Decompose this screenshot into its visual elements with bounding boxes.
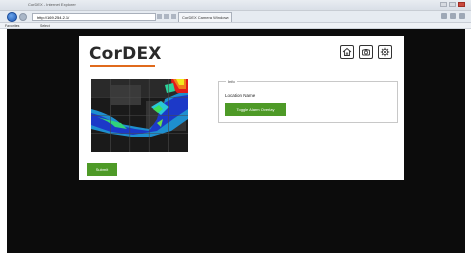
toggle-alarm-overlay-button[interactable]: Toggle Alarm Overlay <box>225 103 286 116</box>
app-logo: CorDEX <box>89 44 162 64</box>
logo-underline <box>90 65 155 67</box>
address-bar[interactable]: http://169.254.2.1/ <box>32 13 156 21</box>
home-icon <box>342 47 352 56</box>
tab-close-icon[interactable]: × <box>227 13 229 22</box>
window-title: CorDEX - Internet Explorer <box>28 2 76 7</box>
stop-icon[interactable] <box>171 14 176 19</box>
address-bar-icons <box>157 14 176 19</box>
browser-toolbar-right <box>441 13 465 19</box>
info-fieldset: Info Location Name Toggle Alarm Overlay <box>218 79 398 123</box>
settings-button[interactable] <box>378 45 392 59</box>
suggested-sites-link[interactable]: Select <box>40 24 50 28</box>
gear-icon[interactable] <box>459 13 465 19</box>
maximize-button[interactable] <box>449 2 456 7</box>
submit-button[interactable]: Submit <box>87 163 117 176</box>
thermal-camera-image <box>91 79 188 152</box>
minimize-button[interactable] <box>440 2 447 7</box>
browser-tab[interactable]: CorDEX Camera Window × <box>178 12 232 22</box>
browser-title-bar: CorDEX - Internet Explorer <box>0 0 471 11</box>
search-icon[interactable] <box>157 14 162 19</box>
close-button[interactable] <box>458 2 465 7</box>
favorites-button[interactable]: Favorites <box>5 24 19 28</box>
home-button[interactable] <box>340 45 354 59</box>
location-name-label: Location Name <box>225 93 256 98</box>
browser-viewport: CorDEX Submit Info Location Name Toggle … <box>7 29 465 253</box>
gear-icon <box>380 47 390 57</box>
refresh-icon[interactable] <box>164 14 169 19</box>
home-icon[interactable] <box>441 13 447 19</box>
info-legend: Info <box>226 79 237 84</box>
camera-icon <box>362 49 370 56</box>
thermal-overlay <box>91 79 188 152</box>
back-button[interactable] <box>7 12 17 22</box>
address-text: http://169.254.2.1/ <box>37 15 70 20</box>
camera-button[interactable] <box>359 45 373 59</box>
tab-label: CorDEX Camera Window <box>182 15 228 20</box>
window-controls <box>440 2 465 7</box>
app-panel: CorDEX Submit Info Location Name Toggle … <box>79 36 404 180</box>
star-icon[interactable] <box>450 13 456 19</box>
browser-nav-bar: http://169.254.2.1/ CorDEX Camera Window… <box>0 11 471 23</box>
forward-button[interactable] <box>19 13 27 21</box>
